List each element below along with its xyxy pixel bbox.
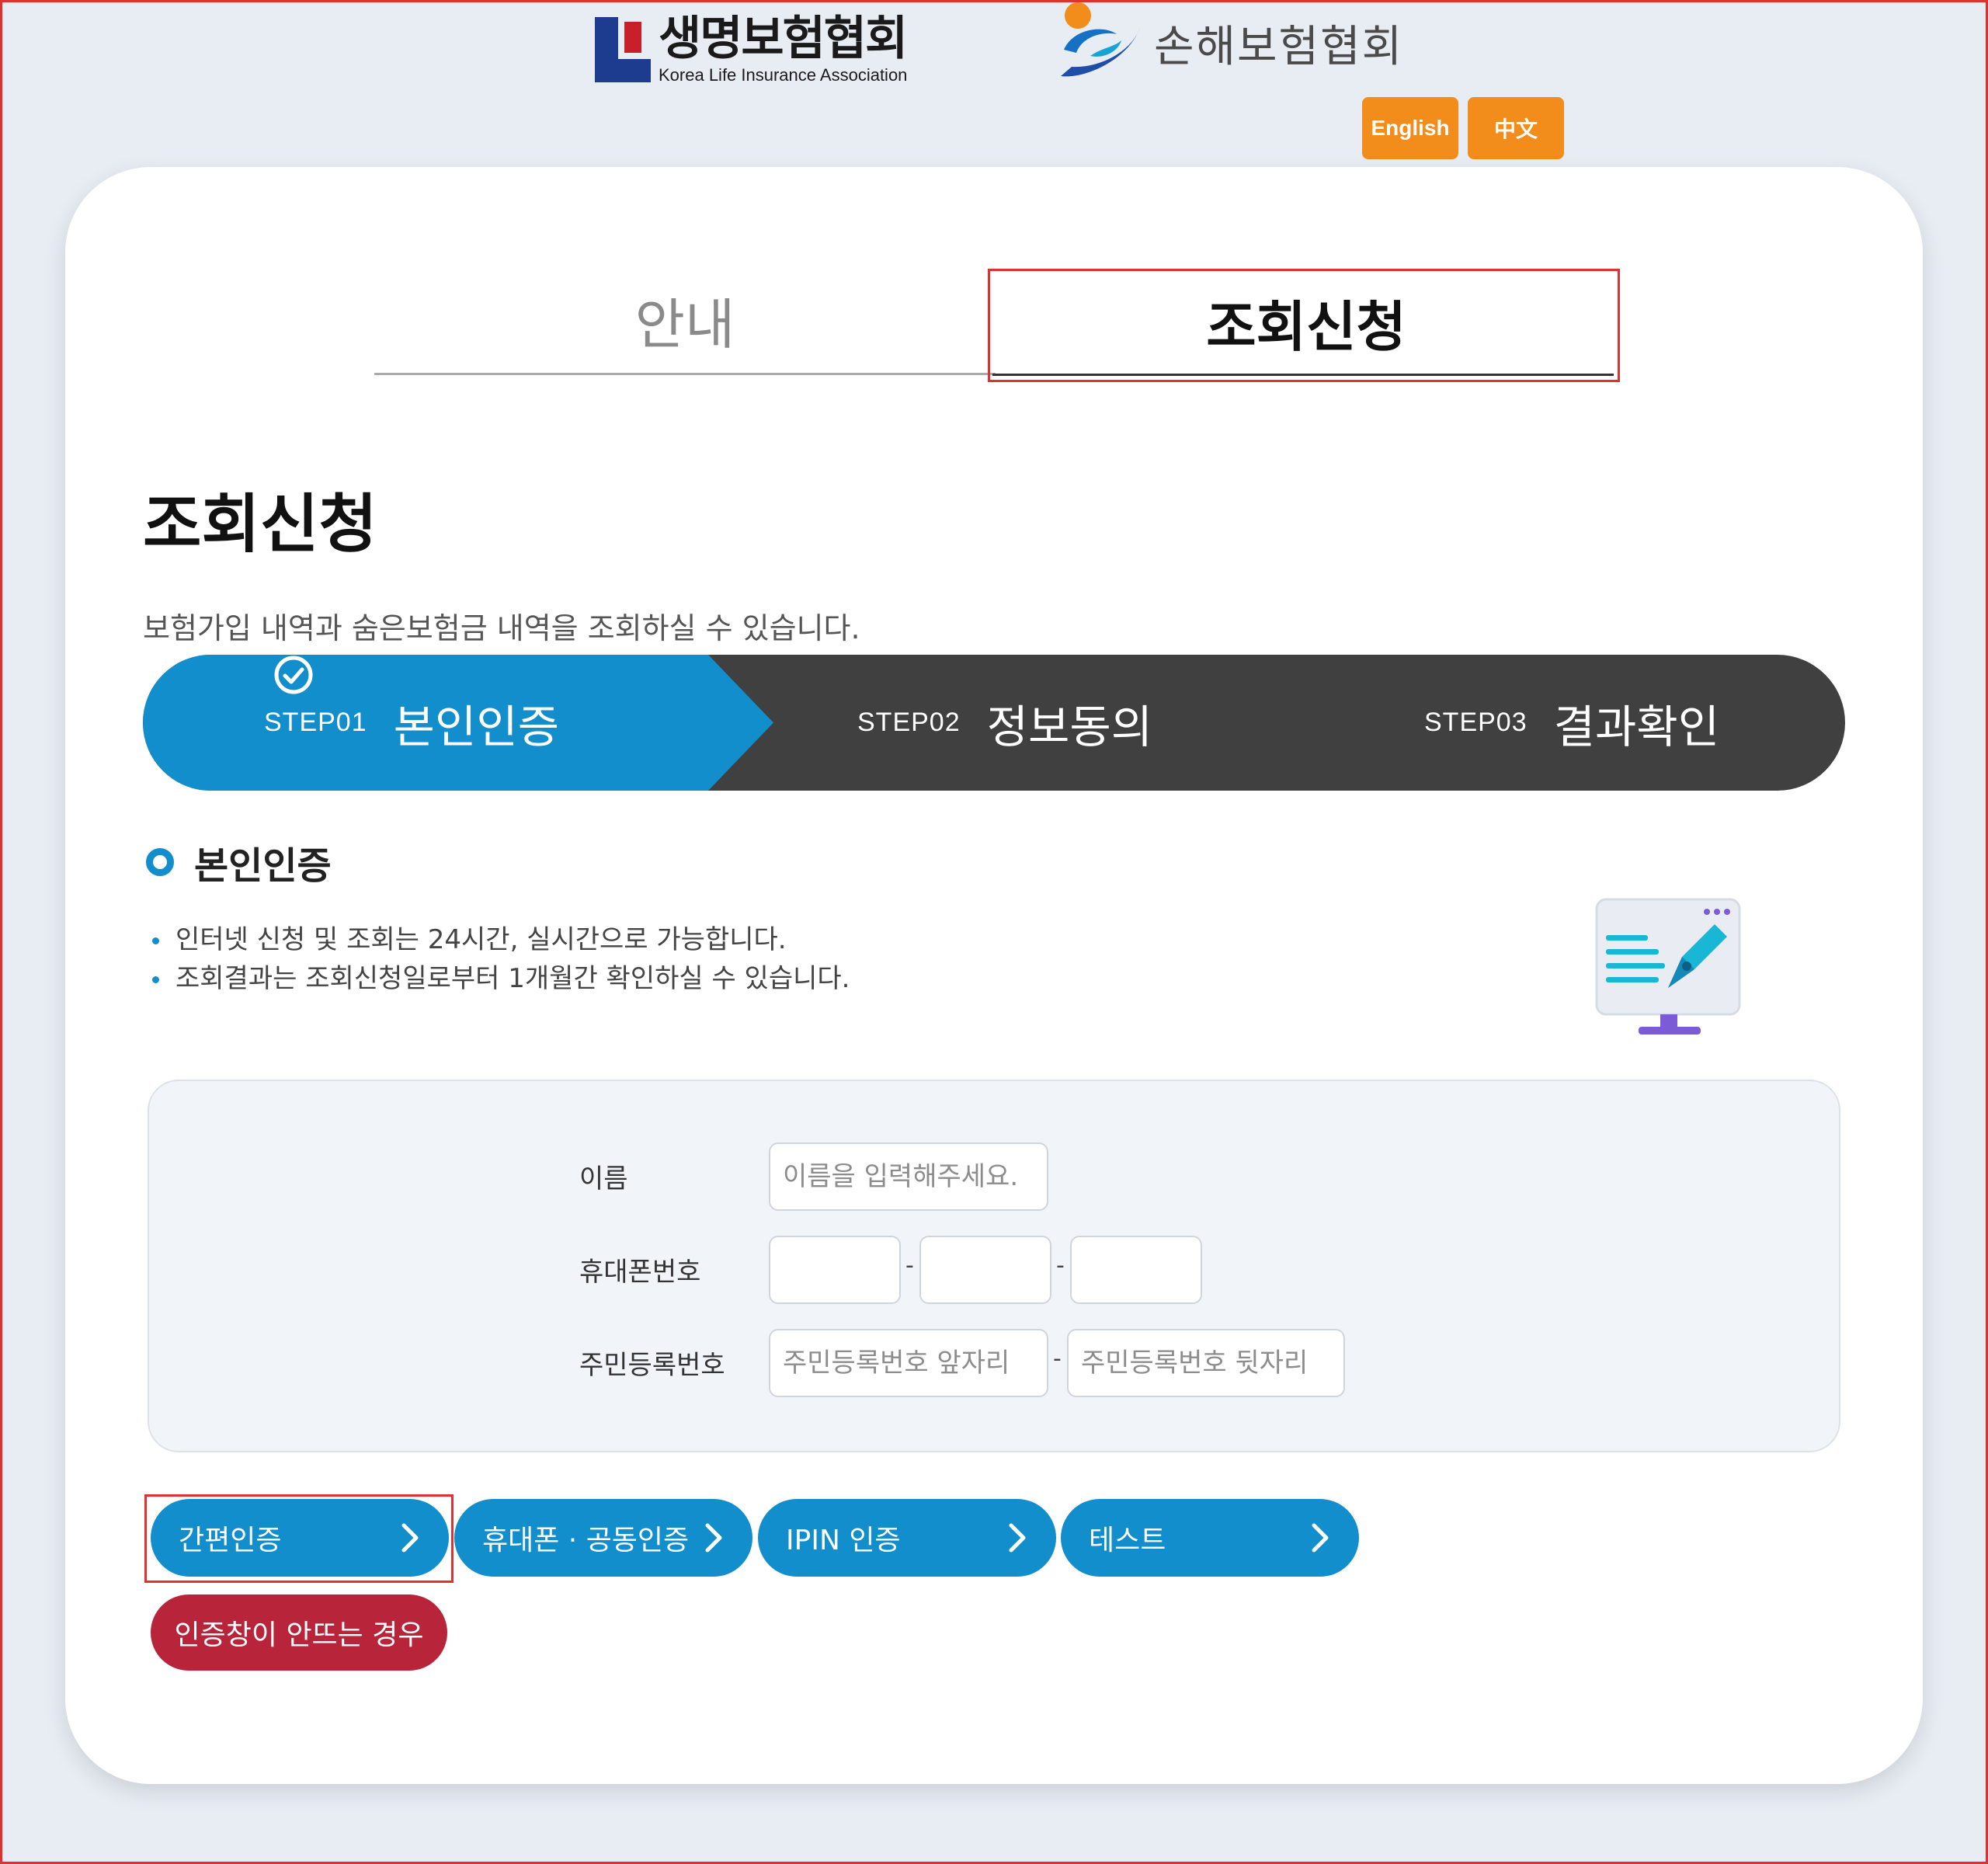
- phone-part-3-input[interactable]: [1070, 1236, 1202, 1304]
- monitor-pen-icon: [1595, 898, 1741, 1035]
- step-3-number: STEP03: [1424, 708, 1527, 737]
- life-insurance-logo[interactable]: 생명보험협회 Korea Life Insurance Association: [595, 12, 921, 85]
- simple-auth-highlight: [144, 1494, 454, 1583]
- rrn-front-input[interactable]: [769, 1329, 1048, 1397]
- life-logo-subtitle: Korea Life Insurance Association: [659, 65, 908, 85]
- life-logo-title: 생명보험협회: [659, 12, 908, 66]
- chevron-right-icon: [1009, 1523, 1026, 1553]
- step-3: STEP03 결과확인: [1424, 655, 1719, 791]
- chinese-language-button[interactable]: 中文: [1468, 97, 1564, 159]
- phone-part-1-input[interactable]: [769, 1236, 901, 1304]
- phone-cert-auth-button[interactable]: 휴대폰 · 공동인증: [454, 1499, 752, 1577]
- phone-cert-auth-label: 휴대폰 · 공동인증: [482, 1525, 690, 1556]
- section-title: 본인인증: [194, 844, 332, 888]
- ipin-auth-label: IPIN 인증: [786, 1525, 901, 1556]
- phone-label: 휴대폰번호: [579, 1257, 701, 1288]
- section-header: 본인인증: [146, 835, 332, 889]
- notice-item: 조회결과는 조회신청일로부터 1개월간 확인하실 수 있습니다.: [152, 959, 850, 998]
- auth-popup-help-button[interactable]: 인증창이 안뜨는 경우: [151, 1594, 447, 1671]
- nonlife-logo-title: 손해보험협회: [1154, 21, 1404, 72]
- step-2: STEP02 정보동의: [857, 655, 1152, 791]
- rrn-label: 주민등록번호: [579, 1350, 725, 1381]
- name-label: 이름: [579, 1163, 628, 1195]
- nonlife-insurance-logo[interactable]: 손해보험협회: [1056, 0, 1421, 85]
- phone-separator: -: [1056, 1252, 1065, 1279]
- ipin-auth-button[interactable]: IPIN 인증: [758, 1499, 1056, 1577]
- test-label: 테스트: [1089, 1525, 1166, 1556]
- rrn-separator: -: [1053, 1345, 1062, 1372]
- step-progress-bar: STEP01 본인인증 STEP02 정보동의 STEP03 결과확인: [143, 655, 1845, 791]
- rrn-back-input[interactable]: [1067, 1329, 1345, 1397]
- step-1-number: STEP01: [264, 708, 367, 737]
- step-3-name: 결과확인: [1553, 700, 1720, 753]
- circle-bullet-icon: [146, 848, 174, 876]
- test-button[interactable]: 테스트: [1061, 1499, 1359, 1577]
- step-2-number: STEP02: [857, 708, 961, 737]
- step-1: STEP01 본인인증: [264, 655, 559, 791]
- page-title: 조회신청: [143, 488, 377, 562]
- phone-separator: -: [905, 1252, 914, 1279]
- notice-item: 인터넷 신청 및 조회는 24시간, 실시간으로 가능합니다.: [152, 920, 850, 959]
- name-input[interactable]: [769, 1142, 1048, 1211]
- nonlife-logo-mark-icon: [1061, 2, 1140, 77]
- notice-list: 인터넷 신청 및 조회는 24시간, 실시간으로 가능합니다. 조회결과는 조회…: [152, 920, 850, 998]
- step-2-name: 정보동의: [986, 700, 1153, 753]
- life-logo-mark-icon: [595, 17, 651, 82]
- tab-apply-highlight: [988, 269, 1620, 382]
- page-description: 보험가입 내역과 숨은보험금 내역을 조회하실 수 있습니다.: [143, 611, 860, 645]
- check-circle-icon: [274, 656, 313, 694]
- english-language-button[interactable]: English: [1362, 97, 1458, 159]
- chevron-right-icon: [705, 1523, 722, 1553]
- phone-part-2-input[interactable]: [919, 1236, 1051, 1304]
- chevron-right-icon: [1312, 1523, 1329, 1553]
- step-1-name: 본인인증: [393, 700, 560, 753]
- tab-guide[interactable]: 안내: [374, 268, 996, 375]
